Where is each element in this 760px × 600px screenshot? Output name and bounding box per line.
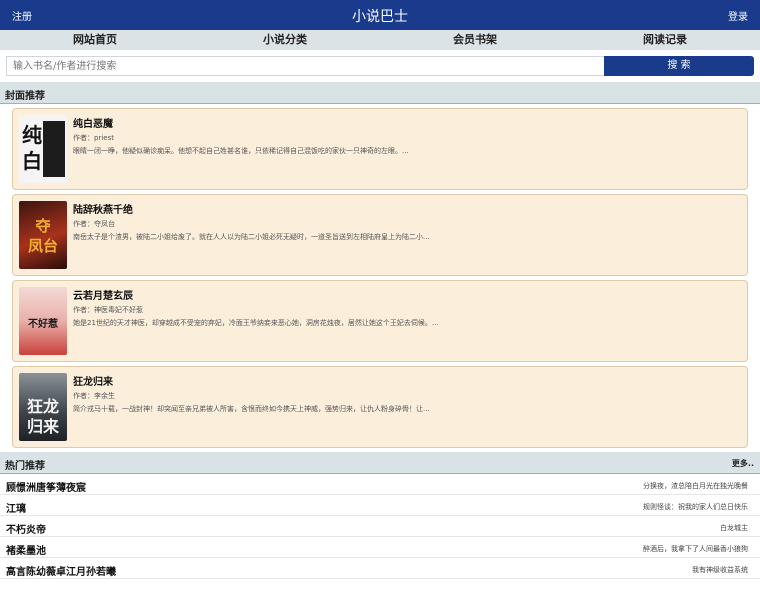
book-title[interactable]: 陆辞秋燕千绝 [73, 201, 133, 216]
nav-item-history[interactable]: 阅读记录 [570, 30, 760, 50]
hot-book-latest[interactable]: 醉酒后，我拿下了人间最香小狼狗 [643, 544, 748, 554]
book-card[interactable]: 不好惹 云若月楚玄辰 作者：神医毒妃不好惹 她是21世纪的天才神医，却穿越成不受… [12, 280, 748, 362]
hot-book-latest[interactable]: 白龙城主 [720, 523, 748, 533]
book-card[interactable]: 狂龙 归来 狂龙归来 作者：李余生 简介戎马十载，一战封神！却突闻至亲兄弟被人所… [12, 366, 748, 448]
site-title[interactable]: 小说巴士 [0, 6, 760, 26]
hot-book-title[interactable]: 褚柔墨池 [6, 542, 46, 557]
list-item[interactable]: 江璃 规则怪谈：祝我的家人们总日快乐 [0, 495, 760, 516]
book-card[interactable]: 夺 凤台 陆辞秋燕千绝 作者：夺凤台 南岳太子是个渣男，被陆二小姐给废了。就在人… [12, 194, 748, 276]
list-item[interactable]: 不朽炎帝 白龙城主 [0, 516, 760, 537]
nav-item-categories[interactable]: 小说分类 [190, 30, 380, 50]
top-bar: 注册 小说巴士 登录 [0, 0, 760, 30]
hot-section-header: 热门推荐 更多.. [0, 452, 760, 474]
login-link[interactable]: 登录 [728, 8, 748, 23]
hot-book-title[interactable]: 不朽炎帝 [6, 521, 46, 536]
nav-item-home[interactable]: 网站首页 [0, 30, 190, 50]
book-card[interactable]: 纯 白 纯白恶魔 作者：priest 眼睛一闭一睁，他疑似确诊痴呆。他想不起自己… [12, 108, 748, 190]
more-link[interactable]: 更多.. [732, 458, 754, 469]
main-nav: 网站首页 小说分类 会员书架 阅读记录 [0, 30, 760, 50]
book-author: 作者：神医毒妃不好惹 [73, 306, 143, 314]
book-author: 作者：李余生 [73, 392, 115, 400]
hot-book-title[interactable]: 高言陈幼薇卓江月孙若曦 [6, 563, 116, 578]
list-item[interactable]: 高言陈幼薇卓江月孙若曦 我有神级收益系统 [0, 558, 760, 579]
book-description: 她是21世纪的天才神医，却穿越成不受宠的弃妃，冷面王爷纳妾来恶心她，洞房花烛夜，… [73, 319, 439, 327]
book-cover[interactable]: 狂龙 归来 [19, 373, 67, 441]
book-title[interactable]: 云若月楚玄辰 [73, 287, 133, 302]
book-cover[interactable]: 纯 白 [19, 115, 67, 183]
book-description: 简介戎马十载，一战封神！却突闻至亲兄弟被人所害，含恨而终如今携天上神威，强势归来… [73, 405, 430, 413]
hot-heading: 热门推荐 [5, 461, 45, 472]
hot-book-title[interactable]: 江璃 [6, 500, 26, 515]
hot-book-latest[interactable]: 分换夜，渣总陪白月光在独光晚餐 [643, 481, 748, 491]
hot-book-title[interactable]: 顾憬洲唐筝薄夜宸 [6, 479, 86, 494]
list-item[interactable]: 顾憬洲唐筝薄夜宸 分换夜，渣总陪白月光在独光晚餐 [0, 474, 760, 495]
book-cover[interactable]: 夺 凤台 [19, 201, 67, 269]
featured-heading: 封面推荐 [5, 91, 45, 102]
book-description: 南岳太子是个渣男，被陆二小姐给废了。就在人人以为陆二小姐必死无疑时，一道圣旨送到… [73, 233, 430, 241]
book-title[interactable]: 狂龙归来 [73, 373, 113, 388]
book-title[interactable]: 纯白恶魔 [73, 115, 113, 130]
book-author: 作者：priest [73, 134, 114, 142]
book-author: 作者：夺凤台 [73, 220, 115, 228]
search-input[interactable] [6, 56, 604, 76]
hot-book-list: 顾憬洲唐筝薄夜宸 分换夜，渣总陪白月光在独光晚餐 江璃 规则怪谈：祝我的家人们总… [0, 474, 760, 579]
featured-section-header: 封面推荐 [0, 82, 760, 104]
hot-book-latest[interactable]: 规则怪谈：祝我的家人们总日快乐 [643, 502, 748, 512]
featured-book-list: 纯 白 纯白恶魔 作者：priest 眼睛一闭一睁，他疑似确诊痴呆。他想不起自己… [0, 104, 760, 448]
book-cover[interactable]: 不好惹 [19, 287, 67, 355]
nav-item-bookshelf[interactable]: 会员书架 [380, 30, 570, 50]
book-description: 眼睛一闭一睁，他疑似确诊痴呆。他想不起自己姓甚名谁，只依稀记得自己混饭吃的家伙一… [73, 147, 409, 155]
search-button[interactable]: 搜 索 [604, 56, 754, 76]
hot-book-latest[interactable]: 我有神级收益系统 [692, 565, 748, 575]
list-item[interactable]: 褚柔墨池 醉酒后，我拿下了人间最香小狼狗 [0, 537, 760, 558]
search-bar: 搜 索 [0, 50, 760, 82]
